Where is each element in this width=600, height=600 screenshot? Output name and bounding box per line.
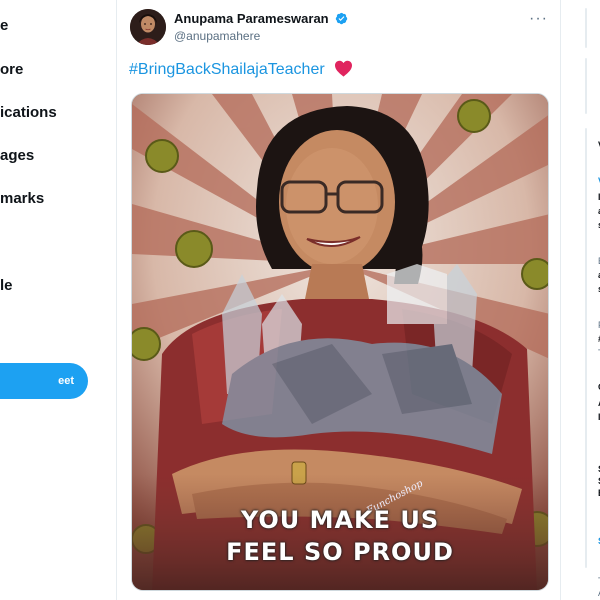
- tweet-image[interactable]: Funchoshop YOU MAKE US FEEL SO PROUD: [131, 93, 549, 591]
- avatar[interactable]: [130, 9, 166, 45]
- left-sidebar-nav: e ore ications ages marks le eet: [0, 0, 115, 600]
- relevant-people-card[interactable]: [585, 58, 587, 114]
- nav-item-label: ore: [0, 61, 24, 78]
- nav-item-label: ages: [0, 147, 35, 164]
- hashtag-link[interactable]: #BringBackShailajaTeacher: [129, 61, 325, 78]
- image-caption-line1: YOU MAKE US: [240, 506, 440, 534]
- avatar-image: [130, 9, 166, 45]
- timeline-column: Anupama Parameswaran @anupamahere ··· #B…: [116, 0, 561, 600]
- verified-badge-icon: [335, 12, 348, 28]
- nav-item-home[interactable]: e: [0, 17, 8, 34]
- nav-item-notifications[interactable]: ications: [0, 104, 57, 121]
- whats-happening-panel: [585, 128, 587, 568]
- image-caption-line2: FEEL SO PROUD: [226, 538, 454, 566]
- right-sidebar: V V Ir a s E a s P # T C A I S S B S T A: [575, 0, 600, 600]
- tweet-button[interactable]: eet: [0, 363, 88, 399]
- author-handle[interactable]: @anupamahere: [174, 29, 260, 43]
- nav-item-profile[interactable]: le: [0, 277, 13, 294]
- nav-item-bookmarks[interactable]: marks: [0, 190, 44, 207]
- more-options-icon[interactable]: ···: [529, 10, 548, 28]
- nav-item-label: ications: [0, 104, 57, 121]
- red-heart-emoji-icon: [334, 60, 353, 82]
- search-box[interactable]: [585, 8, 587, 48]
- tweet-text: #BringBackShailajaTeacher: [129, 60, 353, 82]
- nav-item-messages[interactable]: ages: [0, 147, 34, 164]
- author-name-text: Anupama Parameswaran: [174, 11, 329, 26]
- nav-item-explore[interactable]: ore: [0, 61, 23, 78]
- tweet-button-label: eet: [58, 375, 74, 387]
- author-name[interactable]: Anupama Parameswaran: [174, 11, 348, 28]
- nav-item-label: le: [0, 277, 13, 294]
- nav-item-label: e: [0, 17, 9, 34]
- nav-item-label: marks: [0, 190, 45, 207]
